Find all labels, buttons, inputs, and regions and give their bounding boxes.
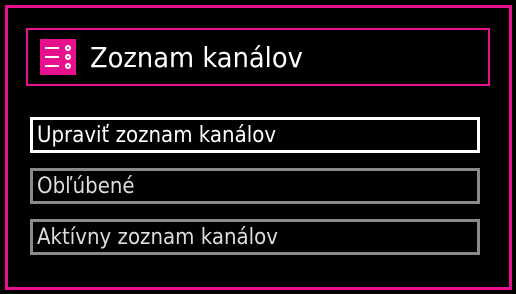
page-title: Zoznam kanálov xyxy=(90,40,303,74)
menu-item-favourites[interactable]: Obľúbené xyxy=(30,168,480,204)
menu-header: Zoznam kanálov xyxy=(26,28,490,86)
menu-item-label: Obľúbené xyxy=(37,173,135,199)
menu-item-active-channel-list[interactable]: Aktívny zoznam kanálov xyxy=(30,219,480,255)
menu-item-label: Upraviť zoznam kanálov xyxy=(37,122,277,148)
menu-item-label: Aktívny zoznam kanálov xyxy=(37,224,278,250)
channel-list-icon xyxy=(40,39,76,75)
menu-item-edit-channel-list[interactable]: Upraviť zoznam kanálov xyxy=(30,117,480,153)
